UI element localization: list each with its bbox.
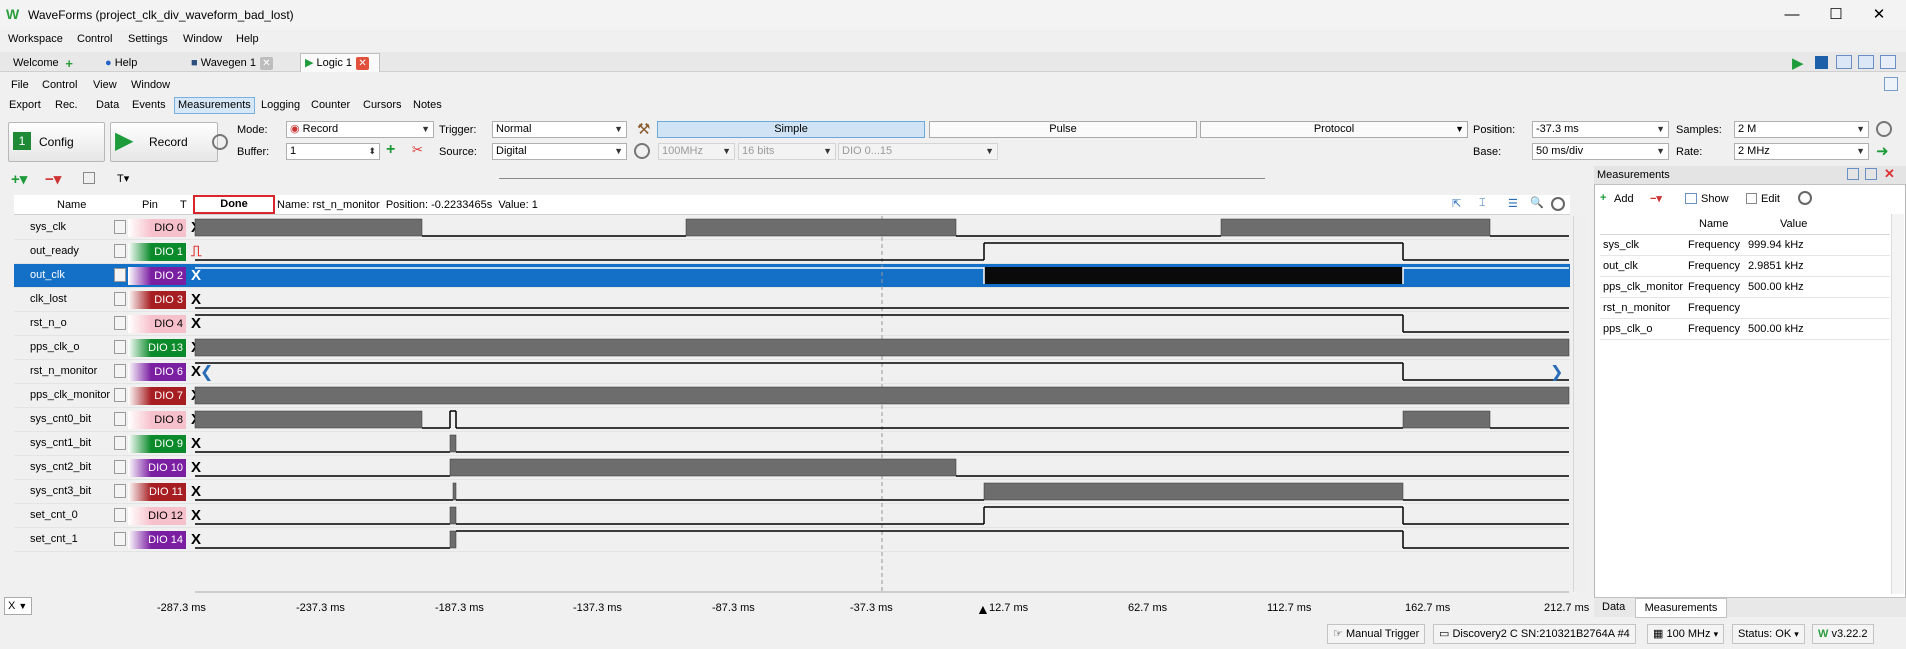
busy-segment (449, 506, 457, 525)
chip-icon: ▦ (1653, 628, 1664, 640)
time-tick-label: -187.3 ms (435, 602, 484, 614)
busy-segment (449, 434, 457, 453)
measure-value: 999.94 kHz (1748, 239, 1804, 251)
measure-row[interactable]: sys_clk Frequency 999.94 kHz (1600, 235, 1890, 256)
busy-segment (194, 410, 423, 429)
measure-type: Frequency (1688, 302, 1740, 314)
add-measure-icon[interactable]: + (1600, 192, 1606, 204)
measure-row[interactable]: out_clk Frequency 2.9851 kHz (1600, 256, 1890, 277)
maximize-icon[interactable] (1865, 168, 1877, 180)
measure-channel: pps_clk_o (1603, 323, 1653, 335)
x-axis-select[interactable]: X ▼ (4, 597, 32, 615)
clock-select[interactable]: ▦ 100 MHz ▾ (1647, 624, 1725, 644)
hand-icon: ☞ (1333, 628, 1343, 640)
measurements-titlebar: Measurements ✕ (1594, 166, 1906, 185)
measure-type: Frequency (1688, 260, 1740, 272)
time-tick-label: -287.3 ms (157, 602, 206, 614)
time-tick-label: -37.3 ms (850, 602, 893, 614)
time-tick-label: -87.3 ms (712, 602, 755, 614)
busy-segment (452, 482, 457, 501)
busy-segment (194, 218, 423, 237)
measure-channel: pps_clk_monitor (1603, 281, 1684, 293)
busy-segment (1220, 218, 1491, 237)
measure-channel: out_clk (1603, 260, 1638, 272)
scroll-right-icon: ❯ (1550, 362, 1563, 381)
measure-type: Frequency (1688, 281, 1740, 293)
panel-tabs: Data Measurements (1594, 597, 1906, 618)
measure-row[interactable]: pps_clk_o Frequency 500.00 kHz (1600, 319, 1890, 340)
busy-segment (449, 530, 457, 549)
measure-row[interactable]: pps_clk_monitor Frequency 500.00 kHz (1600, 277, 1890, 298)
measure-type: Frequency (1688, 239, 1740, 251)
time-tick-label: -237.3 ms (296, 602, 345, 614)
gear-icon[interactable] (1798, 191, 1812, 205)
measure-scrollbar[interactable] (1891, 214, 1904, 594)
device-info[interactable]: ▭ Discovery2 C SN:210321B2764A #4 (1433, 624, 1636, 644)
device-icon: ▭ (1439, 628, 1450, 640)
measure-channel: rst_n_monitor (1603, 302, 1671, 314)
busy-segment (194, 386, 1570, 405)
scroll-left-icon: ❮ (200, 362, 213, 381)
tab-data[interactable]: Data (1602, 601, 1625, 613)
high-segment (984, 267, 1403, 284)
time-tick-label: 112.7 ms (1267, 602, 1312, 614)
close-icon[interactable]: ✕ (1884, 166, 1895, 182)
measure-channel: sys_clk (1603, 239, 1640, 251)
measure-row[interactable]: rst_n_monitor Frequency (1600, 298, 1890, 319)
busy-segment (1402, 410, 1491, 429)
busy-segment (983, 482, 1404, 501)
chevron-down-icon: ▼ (18, 601, 28, 611)
waveforms-logo-icon: W (1818, 628, 1829, 640)
measure-value: 2.9851 kHz (1748, 260, 1804, 272)
time-tick-label: 212.7 ms (1544, 602, 1590, 614)
measure-value: 500.00 kHz (1748, 281, 1804, 293)
float-icon[interactable] (1847, 168, 1859, 180)
vertical-scrollbar[interactable] (1573, 216, 1586, 592)
show-button[interactable]: Show (1701, 193, 1729, 205)
measure-value: 500.00 kHz (1748, 323, 1804, 335)
busy-segment (194, 338, 1570, 357)
time-tick-label: -137.3 ms (573, 602, 622, 614)
remove-measure-icon[interactable]: −▾ (1650, 192, 1662, 205)
edit-icon (1746, 193, 1757, 204)
busy-segment (449, 458, 957, 477)
version-badge: W v3.22.2 (1812, 624, 1874, 644)
time-tick-label: 162.7 ms (1405, 602, 1451, 614)
trigger-marker-icon: ▲ (976, 601, 990, 617)
time-tick-label: 62.7 ms (1128, 602, 1168, 614)
add-button[interactable]: Add (1614, 193, 1634, 205)
status-indicator[interactable]: Status: OK ▾ (1732, 624, 1805, 644)
time-tick-label: 12.7 ms (989, 602, 1029, 614)
measure-type: Frequency (1688, 323, 1740, 335)
manual-trigger-button[interactable]: ☞ Manual Trigger (1327, 624, 1426, 644)
measure-table-header: Name Value (1600, 214, 1890, 235)
show-icon (1685, 193, 1697, 204)
busy-segment (685, 218, 957, 237)
tab-measurements[interactable]: Measurements (1635, 598, 1727, 618)
edit-button[interactable]: Edit (1761, 193, 1780, 205)
